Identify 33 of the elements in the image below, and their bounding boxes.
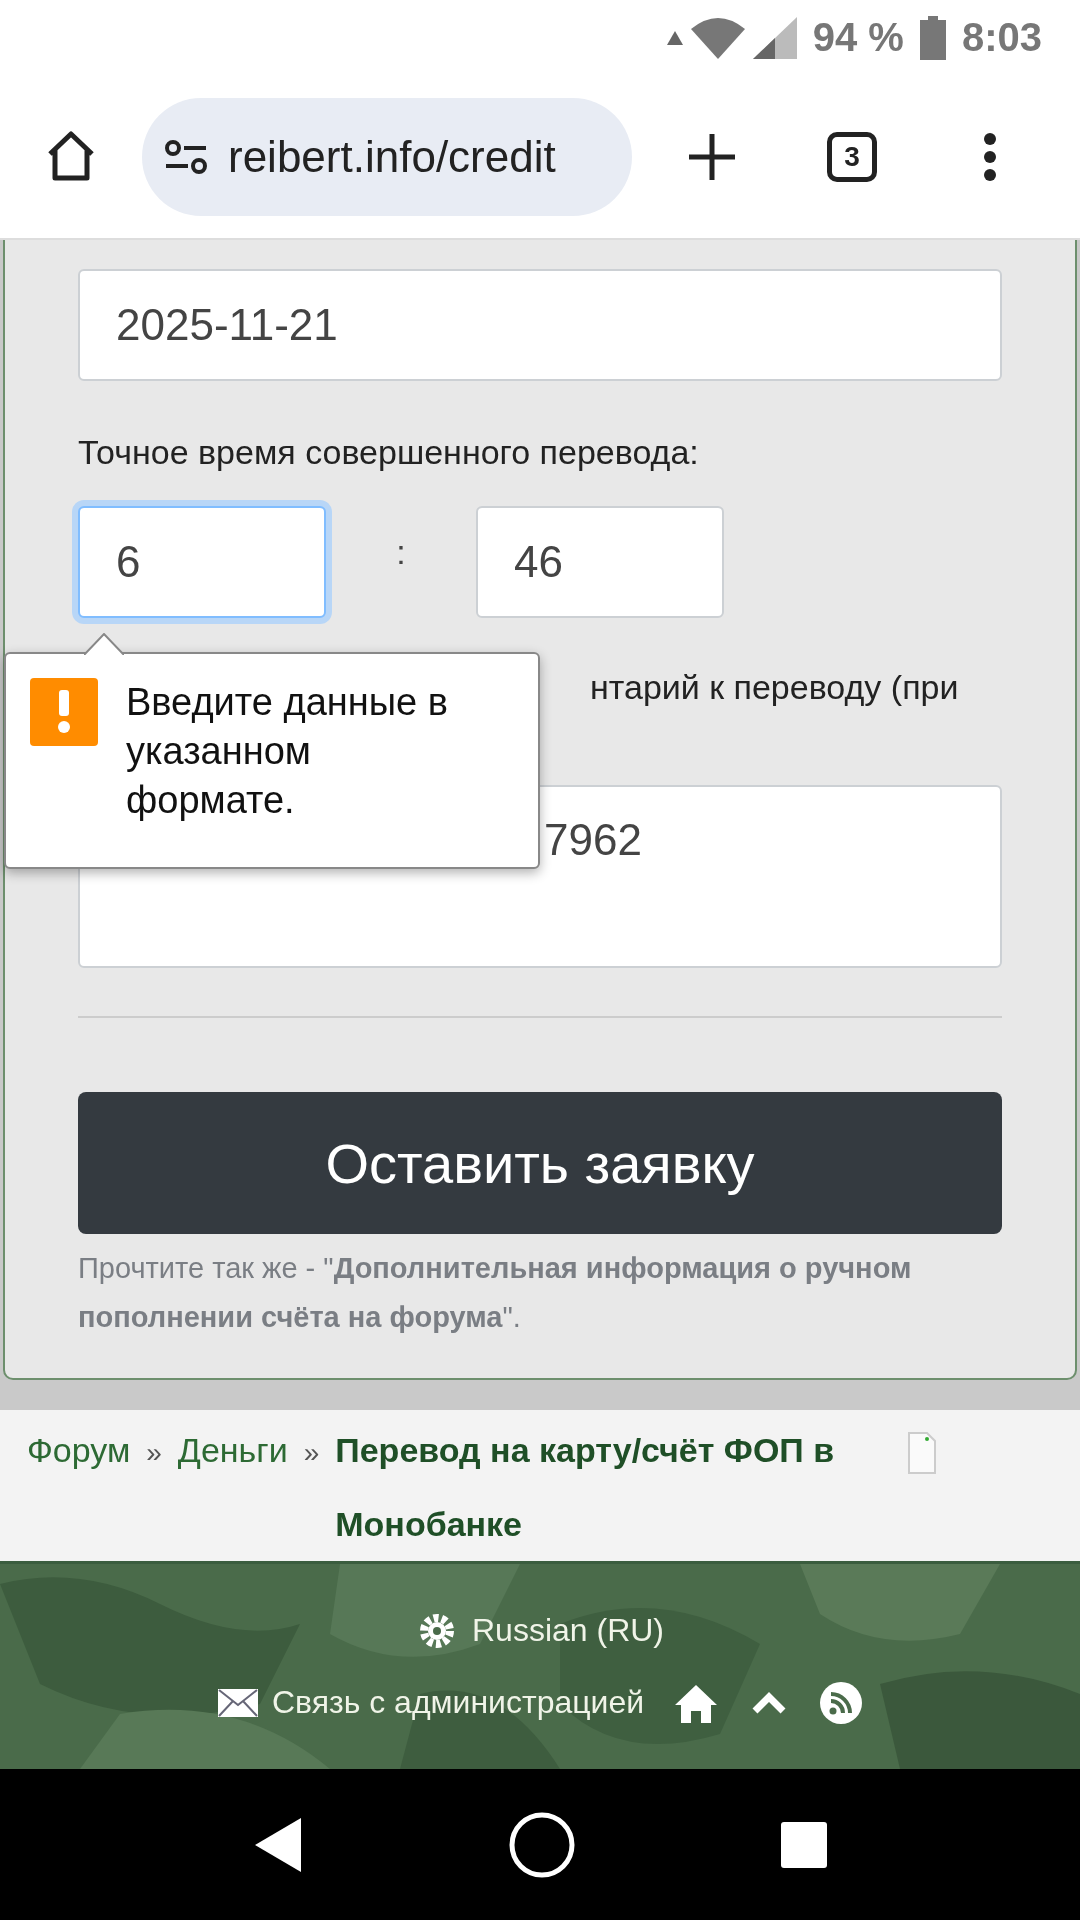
site-settings-icon[interactable] bbox=[164, 138, 208, 175]
recents-icon[interactable] bbox=[781, 1821, 827, 1868]
clock: 8:03 bbox=[961, 15, 1042, 60]
address-bar[interactable]: reibert.info/credit bbox=[142, 97, 632, 216]
chevron-up-icon[interactable] bbox=[752, 1691, 787, 1714]
home-icon[interactable] bbox=[674, 1682, 719, 1723]
minute-field[interactable]: 46 bbox=[476, 506, 724, 618]
note-text: Прочтите так же - "Дополнительная информация о ручном пополнении счёта на форума". bbox=[78, 1251, 913, 1335]
time-separator: : bbox=[395, 532, 407, 572]
breadcrumb-separator: » bbox=[146, 1437, 162, 1468]
rss-icon[interactable] bbox=[820, 1681, 863, 1724]
submit-button[interactable]: Оставить заявку bbox=[78, 1092, 1002, 1234]
plus-icon[interactable] bbox=[687, 131, 737, 182]
time-label: Точное время совершенного перевода: bbox=[78, 433, 700, 472]
wifi-icon bbox=[690, 16, 745, 59]
tab-count-button[interactable]: 3 bbox=[827, 131, 877, 182]
contact-link[interactable]: Связь с администрацией bbox=[271, 1684, 645, 1721]
breadcrumb-separator: » bbox=[303, 1437, 320, 1468]
warning-icon bbox=[30, 678, 98, 746]
breadcrumb-link[interactable]: Деньги bbox=[177, 1431, 288, 1469]
date-field[interactable]: 2025-11-21 bbox=[78, 269, 1002, 381]
url-text: reibert.info/credit bbox=[228, 131, 556, 182]
battery-icon bbox=[919, 15, 946, 60]
comment-label: нтарий к переводу (при bbox=[590, 668, 959, 707]
language-link[interactable]: Russian (RU) bbox=[472, 1612, 664, 1649]
breadcrumb-link[interactable]: Форум bbox=[27, 1431, 131, 1469]
signal-up-icon bbox=[666, 30, 683, 45]
cell-signal-icon bbox=[752, 16, 797, 59]
menu-icon[interactable] bbox=[983, 131, 997, 182]
breadcrumb-link[interactable]: Перевод на карту/счёт ФОП в Монобанке bbox=[335, 1413, 876, 1561]
back-icon[interactable] bbox=[253, 1815, 303, 1874]
battery-percent: 94 % bbox=[812, 15, 904, 60]
home-button-icon[interactable] bbox=[509, 1811, 575, 1878]
